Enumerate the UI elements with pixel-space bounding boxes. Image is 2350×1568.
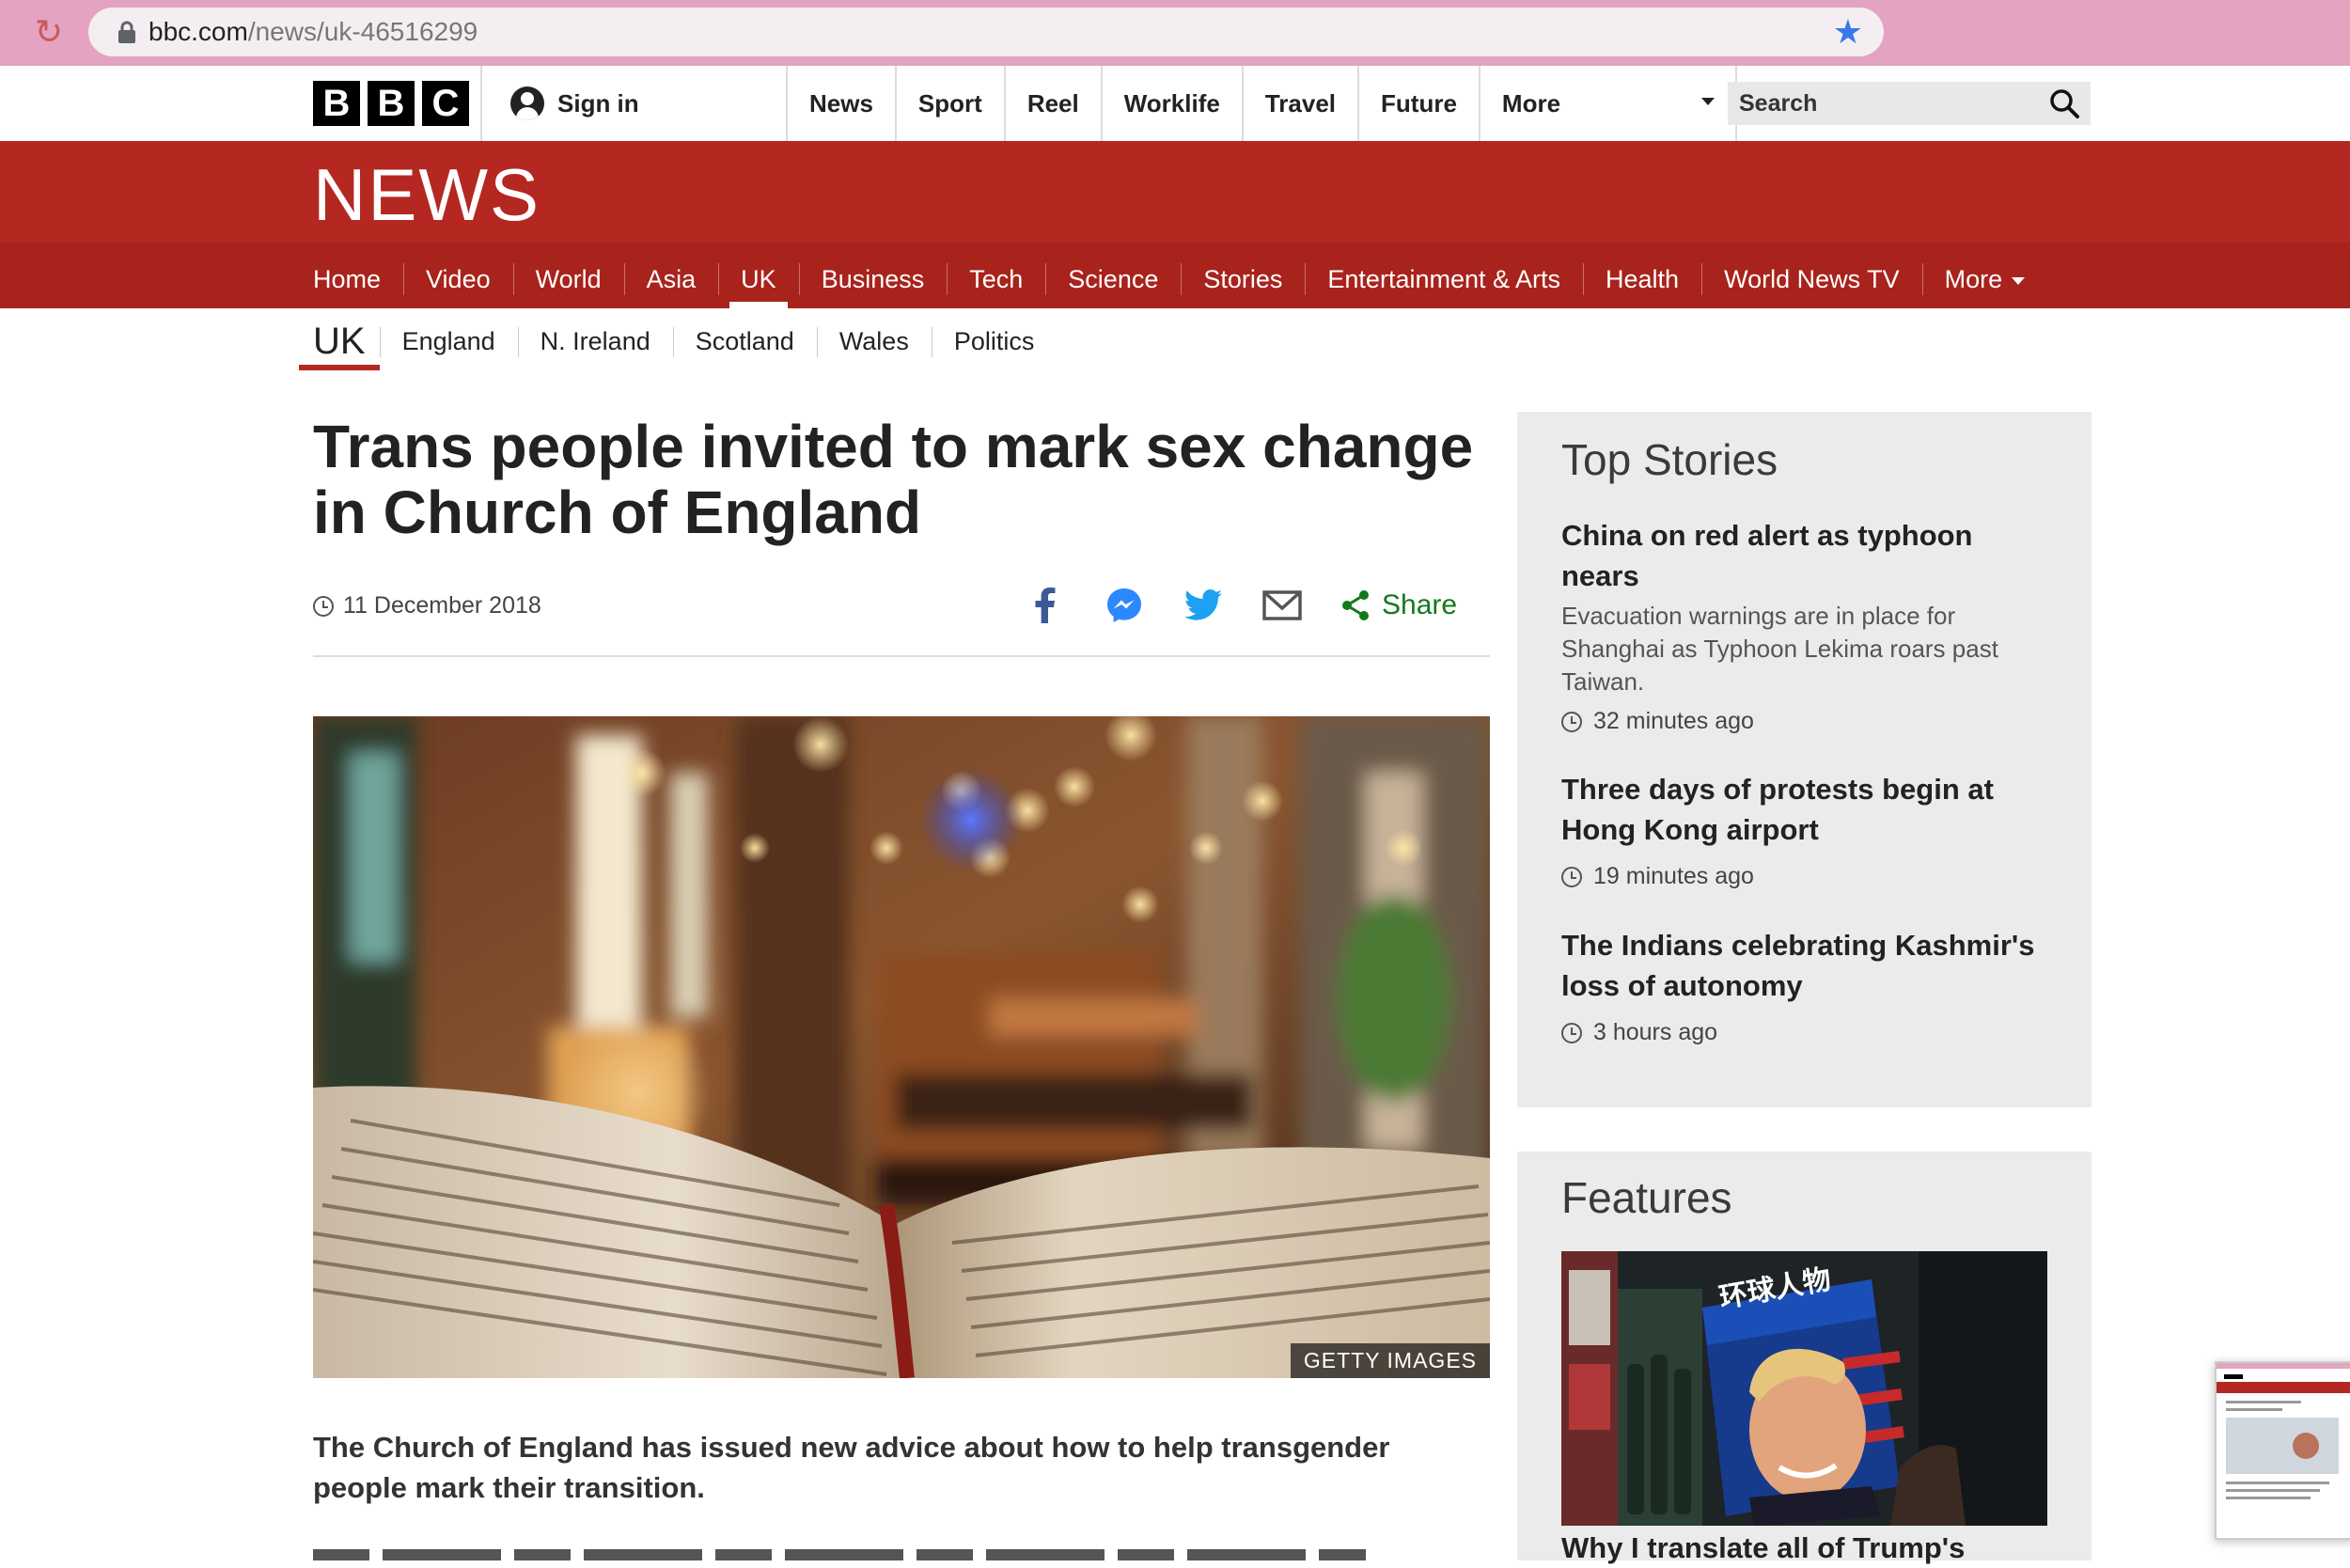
- facebook-icon[interactable]: [1025, 585, 1066, 626]
- chevron-down-icon: [1700, 98, 1715, 105]
- bbc-logo-letter: C: [422, 81, 469, 126]
- story-time-text: 32 minutes ago: [1593, 708, 1754, 734]
- news-nav-entertainment-arts[interactable]: Entertainment & Arts: [1305, 243, 1583, 308]
- global-nav-travel[interactable]: Travel: [1241, 66, 1357, 141]
- trump-magazine-photo: 环球人物: [1561, 1251, 2047, 1526]
- star-icon[interactable]: ★: [1833, 8, 1863, 56]
- bbc-logo[interactable]: B B C: [313, 81, 469, 126]
- news-banner: NEWS: [0, 141, 2350, 243]
- uk-subnav: UK England N. Ireland Scotland Wales Pol…: [299, 308, 1057, 374]
- subnav-n-ireland[interactable]: N. Ireland: [517, 308, 673, 374]
- story-title[interactable]: China on red alert as typhoon nears: [1561, 515, 2050, 596]
- story-timestamp: 3 hours ago: [1561, 1019, 2050, 1046]
- story-item[interactable]: China on red alert as typhoon nears Evac…: [1561, 515, 2050, 735]
- feature-title[interactable]: Why I translate all of Trump's: [1561, 1528, 2069, 1568]
- news-nav-video[interactable]: Video: [403, 243, 513, 308]
- chevron-down-icon: [2012, 276, 2026, 285]
- story-timestamp: 19 minutes ago: [1561, 863, 2050, 890]
- share-label: Share: [1382, 589, 1458, 620]
- features-panel: Features 环球人物 Why I translate all of Tru…: [1517, 1152, 2092, 1564]
- article-hero-image: GETTY IMAGES: [313, 716, 1490, 1378]
- clock-icon: [1561, 1022, 1582, 1043]
- news-nav-health[interactable]: Health: [1583, 243, 1701, 308]
- news-nav-world-news-tv[interactable]: World News TV: [1701, 243, 1922, 308]
- news-nav-more-label: More: [1944, 265, 2003, 293]
- story-time-text: 3 hours ago: [1593, 1019, 1718, 1045]
- email-icon[interactable]: [1261, 585, 1303, 626]
- global-nav-news[interactable]: News: [786, 66, 895, 141]
- article-headline: Trans people invited to mark sex change …: [313, 414, 1497, 545]
- story-time-text: 19 minutes ago: [1593, 863, 1754, 889]
- news-nav-science[interactable]: Science: [1045, 243, 1181, 308]
- news-nav-world[interactable]: World: [512, 243, 624, 308]
- address-bar[interactable]: bbc.com/news/uk-46516299 ★: [88, 8, 1884, 56]
- headline-line: in Church of England: [313, 478, 922, 546]
- global-nav-sport[interactable]: Sport: [894, 66, 1004, 141]
- news-nav-uk[interactable]: UK: [718, 243, 799, 308]
- subnav-wales[interactable]: Wales: [816, 308, 932, 374]
- features-title: Features: [1561, 1173, 1732, 1222]
- story-item[interactable]: Three days of protests begin at Hong Kon…: [1561, 769, 2050, 890]
- clock-icon: [1561, 711, 1582, 732]
- more-label: More: [1501, 89, 1561, 118]
- divider: [480, 66, 482, 141]
- bbc-logo-letter: B: [368, 81, 415, 126]
- search-input[interactable]: Search: [1728, 82, 2091, 125]
- story-item[interactable]: The Indians celebrating Kashmir's loss o…: [1561, 925, 2050, 1046]
- news-nav-more[interactable]: More: [1921, 243, 2048, 308]
- story-summary: Evacuation warnings are in place for Sha…: [1561, 602, 1998, 696]
- story-title[interactable]: The Indians celebrating Kashmir's loss o…: [1561, 925, 2050, 1006]
- user-icon: [510, 86, 544, 120]
- share-button[interactable]: Share: [1340, 589, 1457, 621]
- global-nav-more[interactable]: More: [1478, 66, 1737, 141]
- global-nav-worklife[interactable]: Worklife: [1100, 66, 1242, 141]
- headline-line: Trans people invited to mark sex change: [313, 413, 1474, 480]
- church-bible-photo: [313, 716, 1490, 1378]
- article-intro: The Church of England has issued new adv…: [313, 1431, 1390, 1504]
- news-nav-business[interactable]: Business: [798, 243, 948, 308]
- global-nav-list: News Sport Reel Worklife Travel Future M…: [786, 66, 1737, 141]
- clock-icon: [313, 595, 334, 617]
- url-text: bbc.com/news/uk-46516299: [149, 17, 478, 46]
- subnav-politics[interactable]: Politics: [931, 308, 1058, 374]
- subnav-current-uk[interactable]: UK: [299, 308, 380, 374]
- subnav-england[interactable]: England: [379, 308, 518, 374]
- share-tools: Share: [1025, 585, 1457, 626]
- news-nav-home[interactable]: Home: [290, 243, 403, 308]
- bbc-logo-letter: B: [313, 81, 360, 126]
- story-timestamp: 32 minutes ago: [1561, 708, 2050, 735]
- story-title[interactable]: Three days of protests begin at Hong Kon…: [1561, 769, 2050, 850]
- top-stories-panel: Top Stories China on red alert as typhoo…: [1517, 412, 2092, 1107]
- news-nav-asia[interactable]: Asia: [623, 243, 719, 308]
- twitter-icon[interactable]: [1183, 585, 1224, 626]
- share-icon: [1342, 590, 1369, 620]
- news-logo[interactable]: NEWS: [313, 152, 540, 237]
- screenshot-thumbnail[interactable]: [2215, 1361, 2350, 1540]
- article-body-cutoff: [313, 1549, 1490, 1560]
- global-nav-reel[interactable]: Reel: [1003, 66, 1101, 141]
- global-nav-future[interactable]: Future: [1357, 66, 1479, 141]
- article-divider: [313, 655, 1490, 657]
- thumbnail-preview-image: [2217, 1363, 2350, 1538]
- search-icon[interactable]: [2049, 88, 2079, 118]
- search-placeholder: Search: [1739, 90, 1818, 117]
- sign-in-label: Sign in: [557, 88, 639, 118]
- sign-in-link[interactable]: Sign in: [510, 66, 639, 141]
- news-nav-tech[interactable]: Tech: [947, 243, 1045, 308]
- lock-icon: [118, 21, 135, 43]
- reload-icon[interactable]: ↻: [28, 11, 70, 53]
- image-credit: GETTY IMAGES: [1290, 1343, 1490, 1378]
- news-nav-stories[interactable]: Stories: [1181, 243, 1305, 308]
- bbc-global-nav: B B C Sign in News Sport Reel Worklife T…: [0, 66, 2350, 143]
- top-stories-title: Top Stories: [1561, 435, 1778, 484]
- clock-icon: [1561, 866, 1582, 887]
- article-date: 11 December 2018: [313, 592, 541, 619]
- feature-image[interactable]: 环球人物: [1561, 1251, 2047, 1526]
- article-date-text: 11 December 2018: [343, 592, 541, 619]
- messenger-icon[interactable]: [1104, 585, 1145, 626]
- subnav-scotland[interactable]: Scotland: [672, 308, 817, 374]
- news-nav: Home Video World Asia UK Business Tech S…: [0, 243, 2350, 308]
- browser-toolbar: ↻ bbc.com/news/uk-46516299 ★: [0, 0, 2350, 66]
